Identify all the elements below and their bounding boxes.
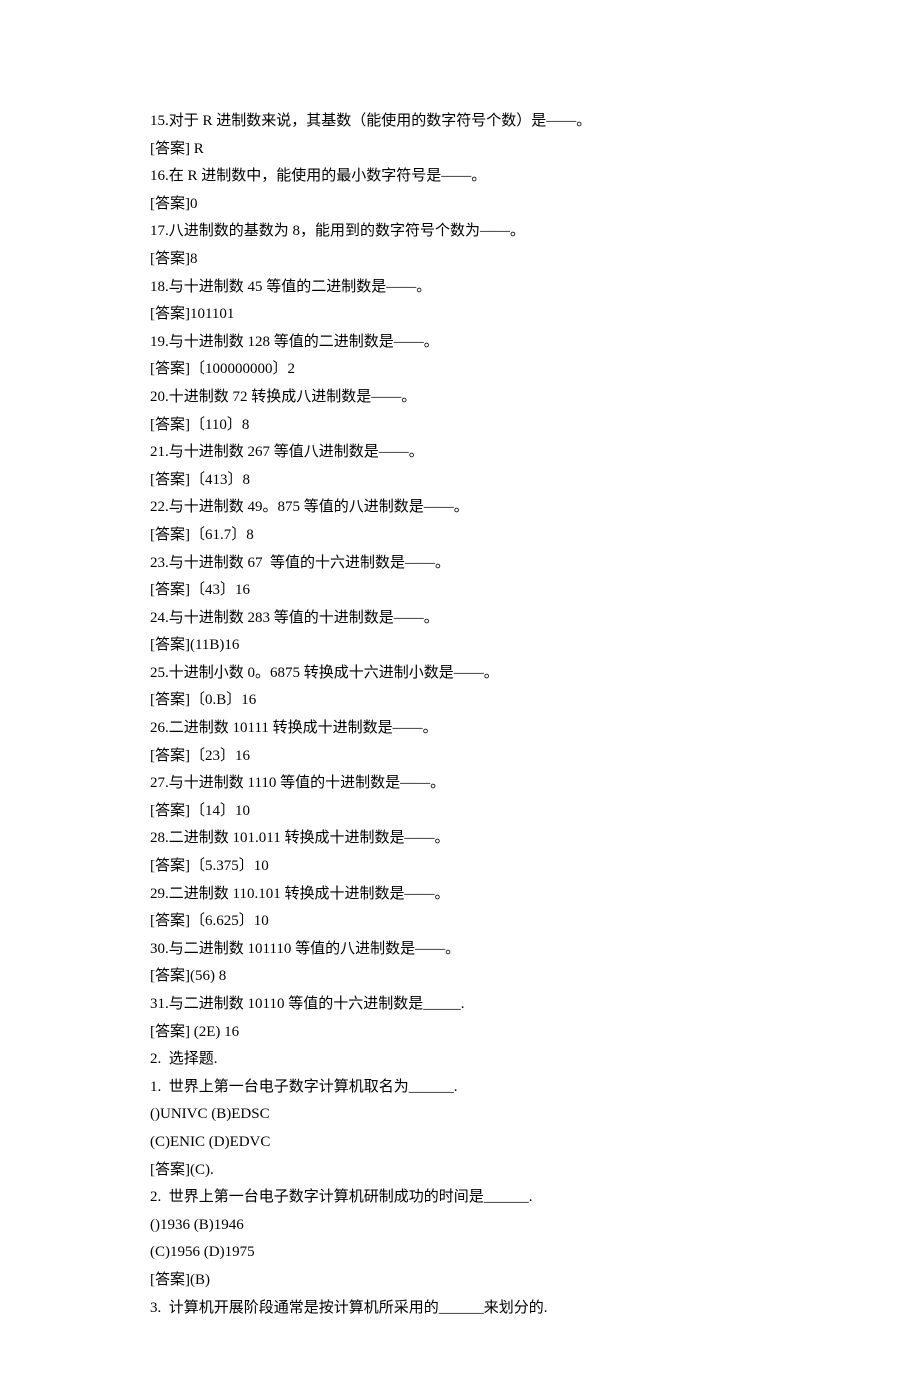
text-line: [答案](C). [150, 1157, 770, 1185]
text-line: [答案]〔110〕8 [150, 412, 770, 440]
text-line: [答案]〔23〕16 [150, 743, 770, 771]
text-line: 17.八进制数的基数为 8，能用到的数字符号个数为——。 [150, 218, 770, 246]
text-line: [答案]〔61.7〕8 [150, 522, 770, 550]
text-line: 25.十进制小数 0。6875 转换成十六进制小数是——。 [150, 660, 770, 688]
text-line: 26.二进制数 10111 转换成十进制数是——。 [150, 715, 770, 743]
text-line: 29.二进制数 110.101 转换成十进制数是——。 [150, 881, 770, 909]
text-line: [答案] (2E) 16 [150, 1019, 770, 1047]
text-line: (C)ENIC (D)EDVC [150, 1129, 770, 1157]
text-line: (C)1956 (D)1975 [150, 1239, 770, 1267]
text-line: 18.与十进制数 45 等值的二进制数是——。 [150, 274, 770, 302]
text-line: 1. 世界上第一台电子数字计算机取名为______. [150, 1074, 770, 1102]
text-line: 22.与十进制数 49。875 等值的八进制数是——。 [150, 494, 770, 522]
text-line: 31.与二进制数 10110 等值的十六进制数是_____. [150, 991, 770, 1019]
text-line: [答案]101101 [150, 301, 770, 329]
document-page: 15.对于 R 进制数来说，其基数（能使用的数字符号个数）是——。[答案] R1… [0, 0, 920, 1382]
text-line: [答案]〔43〕16 [150, 577, 770, 605]
text-line: [答案]〔0.B〕16 [150, 687, 770, 715]
text-line: [答案] R [150, 136, 770, 164]
text-line: 20.十进制数 72 转换成八进制数是——。 [150, 384, 770, 412]
text-line: [答案]〔100000000〕2 [150, 356, 770, 384]
text-line: 28.二进制数 101.011 转换成十进制数是——。 [150, 825, 770, 853]
text-line: 16.在 R 进制数中，能使用的最小数字符号是——。 [150, 163, 770, 191]
text-line: [答案]〔413〕8 [150, 467, 770, 495]
text-line: 3. 计算机开展阶段通常是按计算机所采用的______来划分的. [150, 1295, 770, 1323]
document-content: 15.对于 R 进制数来说，其基数（能使用的数字符号个数）是——。[答案] R1… [150, 108, 770, 1322]
text-line: [答案](B) [150, 1267, 770, 1295]
text-line: 27.与十进制数 1110 等值的十进制数是——。 [150, 770, 770, 798]
text-line: [答案]〔5.375〕10 [150, 853, 770, 881]
text-line: [答案]8 [150, 246, 770, 274]
text-line: 24.与十进制数 283 等值的十进制数是——。 [150, 605, 770, 633]
text-line: 23.与十进制数 67 等值的十六进制数是——。 [150, 550, 770, 578]
text-line: 30.与二进制数 101110 等值的八进制数是——。 [150, 936, 770, 964]
text-line: [答案]〔14〕10 [150, 798, 770, 826]
text-line: [答案](56) 8 [150, 963, 770, 991]
text-line: [答案](11B)16 [150, 632, 770, 660]
text-line: 2. 世界上第一台电子数字计算机研制成功的时间是______. [150, 1184, 770, 1212]
text-line: 19.与十进制数 128 等值的二进制数是——。 [150, 329, 770, 357]
text-line: [答案]0 [150, 191, 770, 219]
text-line: ()1936 (B)1946 [150, 1212, 770, 1240]
text-line: 21.与十进制数 267 等值八进制数是——。 [150, 439, 770, 467]
text-line: 2. 选择题. [150, 1046, 770, 1074]
text-line: [答案]〔6.625〕10 [150, 908, 770, 936]
text-line: ()UNIVC (B)EDSC [150, 1101, 770, 1129]
text-line: 15.对于 R 进制数来说，其基数（能使用的数字符号个数）是——。 [150, 108, 770, 136]
